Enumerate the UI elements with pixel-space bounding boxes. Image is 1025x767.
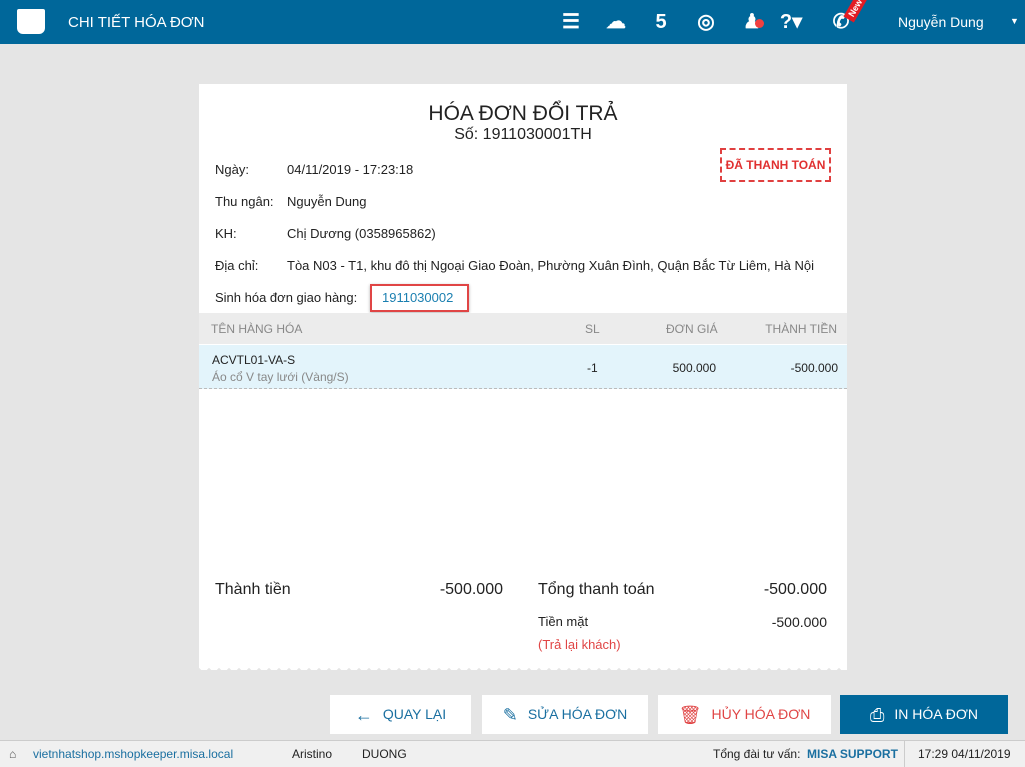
s-app-icon[interactable]: 5 [648,10,674,34]
edit-label: SỬA HÓA ĐƠN [527,706,628,722]
chevron-down-icon[interactable]: ▼ [1010,16,1019,26]
cancel-invoice-button[interactable]: 🗑 HỦY HÓA ĐƠN [658,695,831,734]
receipt-number: Số: 1911030001TH [454,126,592,143]
field-value: Nguyễn Dung [287,194,367,209]
datetime: 17:29 04/11/2019 [904,741,1011,767]
col-price: ĐƠN GIÁ [666,322,718,336]
field-address: Địa chỉ: Tòa N03 - T1, khu đô thị Ngoại G… [215,258,814,273]
notification-dot [755,19,764,28]
home-icon[interactable]: ⌂ [9,741,16,767]
hotline-link[interactable]: MISA SUPPORT [807,741,898,767]
help-icon[interactable]: ?▾ [778,10,804,34]
item-qty: -1 [587,361,598,375]
cash-label: Tiền mặt [538,614,589,629]
subtotal-value: -500.000 [439,581,503,598]
col-qty: SL [585,322,600,336]
status-stamp: ĐÃ THANH TOÁN [720,148,831,182]
table-header: TÊN HÀNG HÓA SL ĐƠN GIÁ THÀNH TIỀN [199,313,847,344]
pencil-icon: ✎ [502,704,518,725]
field-cashier: Thu ngân: Nguyễn Dung [215,194,367,209]
edit-invoice-button[interactable]: ✎ SỬA HÓA ĐƠN [482,695,648,734]
delivery-invoice-link[interactable]: 1911030002 [370,284,469,312]
col-total: THÀNH TIỀN [765,322,837,336]
print-label: IN HÓA ĐƠN [894,706,978,722]
field-label: Địa chỉ: [215,258,259,273]
item-code: ACVTL01-VA-S [212,353,296,367]
refund-note: (Trả lại khách) [538,637,621,652]
printer-icon: ⎙ [870,704,885,725]
field-customer: KH: Chị Dương (0358965862) [215,226,436,241]
field-value: Chị Dương (0358965862) [287,226,436,241]
delivery-label: Sinh hóa đơn giao hàng: [215,290,358,305]
print-invoice-button[interactable]: ⎙ IN HÓA ĐƠN [840,695,1008,734]
receipt-edge [199,665,847,675]
brand-name: Aristino [292,747,333,761]
current-user: DUONG [362,747,407,761]
app-logo-icon [17,9,45,34]
top-bar: CHI TIẾT HÓA ĐƠN ☰ ☁ 5 ◎ ♟ ?▾ ✆ New Nguy… [0,0,1025,44]
item-price: 500.000 [672,361,716,375]
menu-icon[interactable]: ☰ [558,10,584,34]
item-name: Áo cổ V tay lưới (Vàng/S) [212,370,349,384]
trash-icon: 🗑 [678,704,702,725]
new-badge: New [843,0,868,23]
subtotal-label: Thành tiền [215,581,291,598]
col-name: TÊN HÀNG HÓA [211,322,303,336]
field-value: Tòa N03 - T1, khu đô thị Ngoại Giao Đoàn… [287,258,814,273]
cloud-sync-icon[interactable]: ☁ [603,10,629,34]
back-label: QUAY LẠI [382,706,447,722]
user-menu[interactable]: Nguyễn Dung [898,14,984,30]
swirl-app-icon[interactable]: ◎ [693,10,719,34]
field-label: Thu ngân: [215,194,274,209]
status-bar: ⌂ vietnhatshop.mshopkeeper.misa.local Ar… [0,740,1025,767]
grand-total-label: Tổng thanh toán [538,581,655,598]
field-value: 04/11/2019 - 17:23:18 [287,162,414,177]
cash-value: -500.000 [771,614,827,630]
field-label: Ngày: [215,162,249,177]
grand-total-value: -500.000 [763,581,827,598]
receipt: HÓA ĐƠN ĐỔI TRẢ Số: 1911030001TH ĐÃ THAN… [199,84,847,670]
field-label: KH: [215,226,237,241]
receipt-title: HÓA ĐƠN ĐỔI TRẢ [428,102,618,125]
page-title: CHI TIẾT HÓA ĐƠN [68,14,205,31]
item-total: -500.000 [790,361,838,375]
table-row[interactable]: ACVTL01-VA-S Áo cổ V tay lưới (Vàng/S) -… [199,345,847,389]
arrow-left-icon: ← [354,704,373,725]
shop-url[interactable]: vietnhatshop.mshopkeeper.misa.local [33,741,233,767]
hotline-label: Tổng đài tư vấn: [713,747,801,761]
field-date: Ngày: 04/11/2019 - 17:23:18 [215,162,413,177]
cancel-label: HỦY HÓA ĐƠN [711,706,811,722]
back-button[interactable]: ← QUAY LẠI [330,695,471,734]
